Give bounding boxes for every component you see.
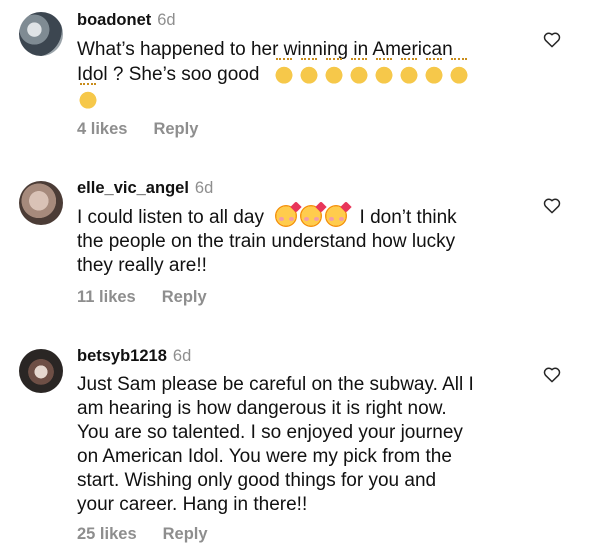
clapping-hands-icon	[272, 58, 295, 84]
comment-text: What’s happened to her winning in Americ…	[77, 38, 517, 112]
comment-text-line: You are so talented. I so enjoyed your j…	[77, 422, 463, 443]
avatar[interactable]	[19, 181, 63, 225]
clapping-hands-icon	[372, 58, 395, 84]
heart-outline-icon[interactable]	[543, 197, 561, 214]
avatar[interactable]	[19, 349, 63, 393]
heart-outline-icon[interactable]	[543, 366, 561, 383]
timestamp: 6d	[157, 11, 176, 29]
smiling-face-with-hearts-icon	[275, 205, 298, 227]
smiling-face-with-hearts-icon	[325, 205, 348, 227]
clapping-hands-icon	[447, 58, 470, 84]
comment-text: Just Sam please be careful on the subway…	[77, 373, 517, 517]
username[interactable]: boadonet	[77, 11, 151, 29]
username[interactable]: elle_vic_angel	[77, 179, 189, 197]
comment-footer: 25 likes Reply	[77, 525, 208, 544]
clapping-hands-icon	[77, 83, 99, 109]
comment-text-line	[77, 83, 517, 112]
timestamp: 6d	[194, 179, 214, 197]
clapping-hands-icon	[347, 58, 370, 84]
comment-footer: 4 likes Reply	[77, 120, 198, 139]
comment-text-line: am hearing is how dangerous it is right …	[77, 398, 447, 419]
comment-text-line: the people on the train understand how l…	[77, 231, 456, 252]
clapping-hands-icon	[422, 58, 445, 84]
clapping-hands-icon	[397, 58, 420, 84]
reply-button[interactable]: Reply	[162, 288, 207, 306]
reply-button[interactable]: Reply	[163, 525, 208, 543]
username[interactable]: betsyb1218	[77, 347, 167, 365]
comment-text-line: they really are!!	[77, 255, 207, 276]
smiling-face-with-hearts-icon	[300, 205, 323, 227]
comment-meta: betsyb1218 6d	[77, 347, 191, 366]
likes-count[interactable]: 4 likes	[77, 120, 127, 138]
comment-text-line: your career. Hang in there!!	[77, 494, 308, 515]
comment-text-line: Just Sam please be careful on the subway…	[77, 374, 474, 395]
clapping-hands-icon	[297, 58, 320, 84]
reply-button[interactable]: Reply	[153, 120, 198, 138]
comment-text-span: I could listen to all day	[77, 207, 264, 228]
comment-text-span: Idol ? She’s soo good	[77, 64, 260, 85]
comment-text-line: Idol ? She’s soo good	[77, 58, 517, 87]
comment-meta: elle_vic_angel 6d	[77, 179, 213, 198]
likes-count[interactable]: 25 likes	[77, 525, 137, 543]
comment-text-span: I don’t think	[359, 207, 457, 228]
clapping-hands-icon	[322, 58, 345, 84]
likes-count[interactable]: 11 likes	[77, 288, 136, 306]
comment-text-line: I could listen to all day I don’t think	[77, 205, 517, 230]
avatar[interactable]	[19, 12, 63, 56]
comment-footer: 11 likes Reply	[77, 288, 207, 307]
timestamp: 6d	[172, 347, 192, 365]
heart-outline-icon[interactable]	[543, 31, 561, 48]
comment-text: I could listen to all day I don’t think …	[77, 205, 517, 278]
comment-text-line: on American Idol. You were my pick from …	[77, 446, 452, 467]
comment-text-line: start. Wishing only good things for you …	[77, 470, 437, 491]
comment-meta: boadonet 6d	[77, 11, 176, 30]
